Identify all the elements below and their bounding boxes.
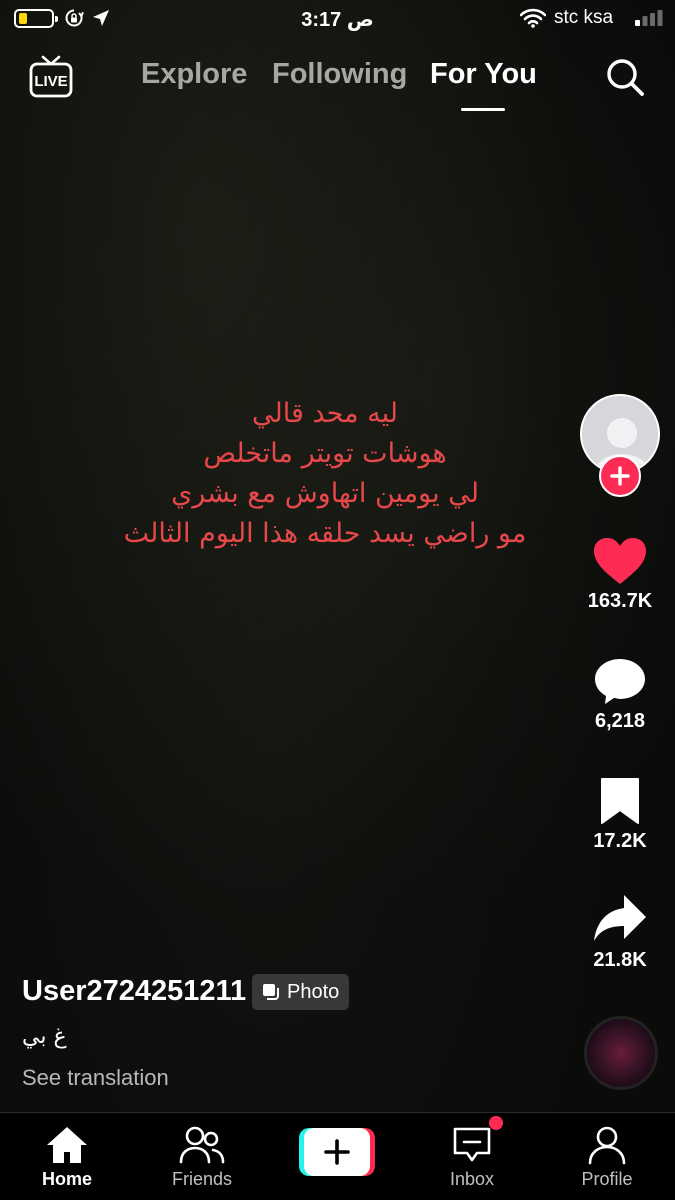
tab-explore[interactable]: Explore <box>141 58 247 91</box>
save-button[interactable]: 17.2K <box>580 776 660 853</box>
share-arrow-icon <box>594 895 646 941</box>
nav-profile-label: Profile <box>581 1169 633 1189</box>
comment-button[interactable]: 6,218 <box>580 656 660 733</box>
photo-badge: Photo <box>252 974 350 1010</box>
nav-inbox[interactable]: Inbox <box>417 1125 527 1190</box>
wifi-icon <box>520 8 546 28</box>
overlay-line: ليه محد قالي <box>252 398 398 429</box>
live-label: LIVE <box>34 73 67 90</box>
live-button[interactable]: LIVE <box>28 54 74 100</box>
search-icon[interactable] <box>604 56 646 98</box>
nav-home[interactable]: Home <box>12 1125 122 1190</box>
heart-icon <box>594 538 646 584</box>
see-translation-link[interactable]: See translation <box>22 1065 169 1091</box>
music-disc[interactable] <box>584 1016 658 1090</box>
share-count: 21.8K <box>593 949 647 971</box>
video-background[interactable] <box>0 0 675 1112</box>
photo-stack-icon <box>263 984 279 1000</box>
overlay-line: لي يومين اتهاوش مع بشري <box>171 478 479 509</box>
like-button[interactable]: 163.7K <box>580 536 660 613</box>
nav-profile[interactable]: Profile <box>552 1125 662 1190</box>
photo-badge-label: Photo <box>287 980 340 1003</box>
overlay-line: مو راضي يسد حلقه هذا اليوم الثالث <box>123 518 527 549</box>
plus-icon <box>324 1139 350 1165</box>
plus-icon <box>610 466 630 486</box>
top-navigation: LIVE Explore Following For You <box>0 48 675 118</box>
comment-icon <box>595 659 645 704</box>
profile-icon <box>588 1126 626 1165</box>
post-caption: غ بي <box>22 1024 67 1049</box>
overlay-line: هوشات تويتر ماتخلص <box>203 438 447 469</box>
active-tab-indicator <box>461 108 505 111</box>
signal-icon <box>635 10 663 26</box>
nav-friends-label: Friends <box>171 1169 233 1189</box>
tab-following[interactable]: Following <box>272 58 407 91</box>
nav-inbox-label: Inbox <box>449 1169 495 1189</box>
tab-for-you[interactable]: For You <box>430 58 537 91</box>
status-bar: 3:17 ص stc ksa <box>0 0 675 40</box>
nav-friends[interactable]: Friends <box>147 1125 257 1190</box>
share-button[interactable]: 21.8K <box>580 893 660 972</box>
comment-count: 6,218 <box>594 710 646 732</box>
create-button[interactable] <box>299 1128 375 1176</box>
like-count: 163.7K <box>587 590 653 612</box>
creator-username[interactable]: User2724251211 <box>22 975 246 1008</box>
nav-home-label: Home <box>41 1169 92 1189</box>
inbox-icon <box>453 1127 491 1162</box>
friends-icon <box>179 1126 225 1164</box>
carrier-name: stc ksa <box>554 7 614 28</box>
follow-button[interactable] <box>599 455 641 497</box>
photo-overlay-text: ليه محد قالي هوشات تويتر ماتخلص لي يومين… <box>80 394 570 554</box>
save-count: 17.2K <box>593 830 647 852</box>
inbox-notification-dot <box>489 1116 503 1130</box>
bookmark-icon <box>601 778 639 824</box>
home-icon <box>47 1127 87 1163</box>
